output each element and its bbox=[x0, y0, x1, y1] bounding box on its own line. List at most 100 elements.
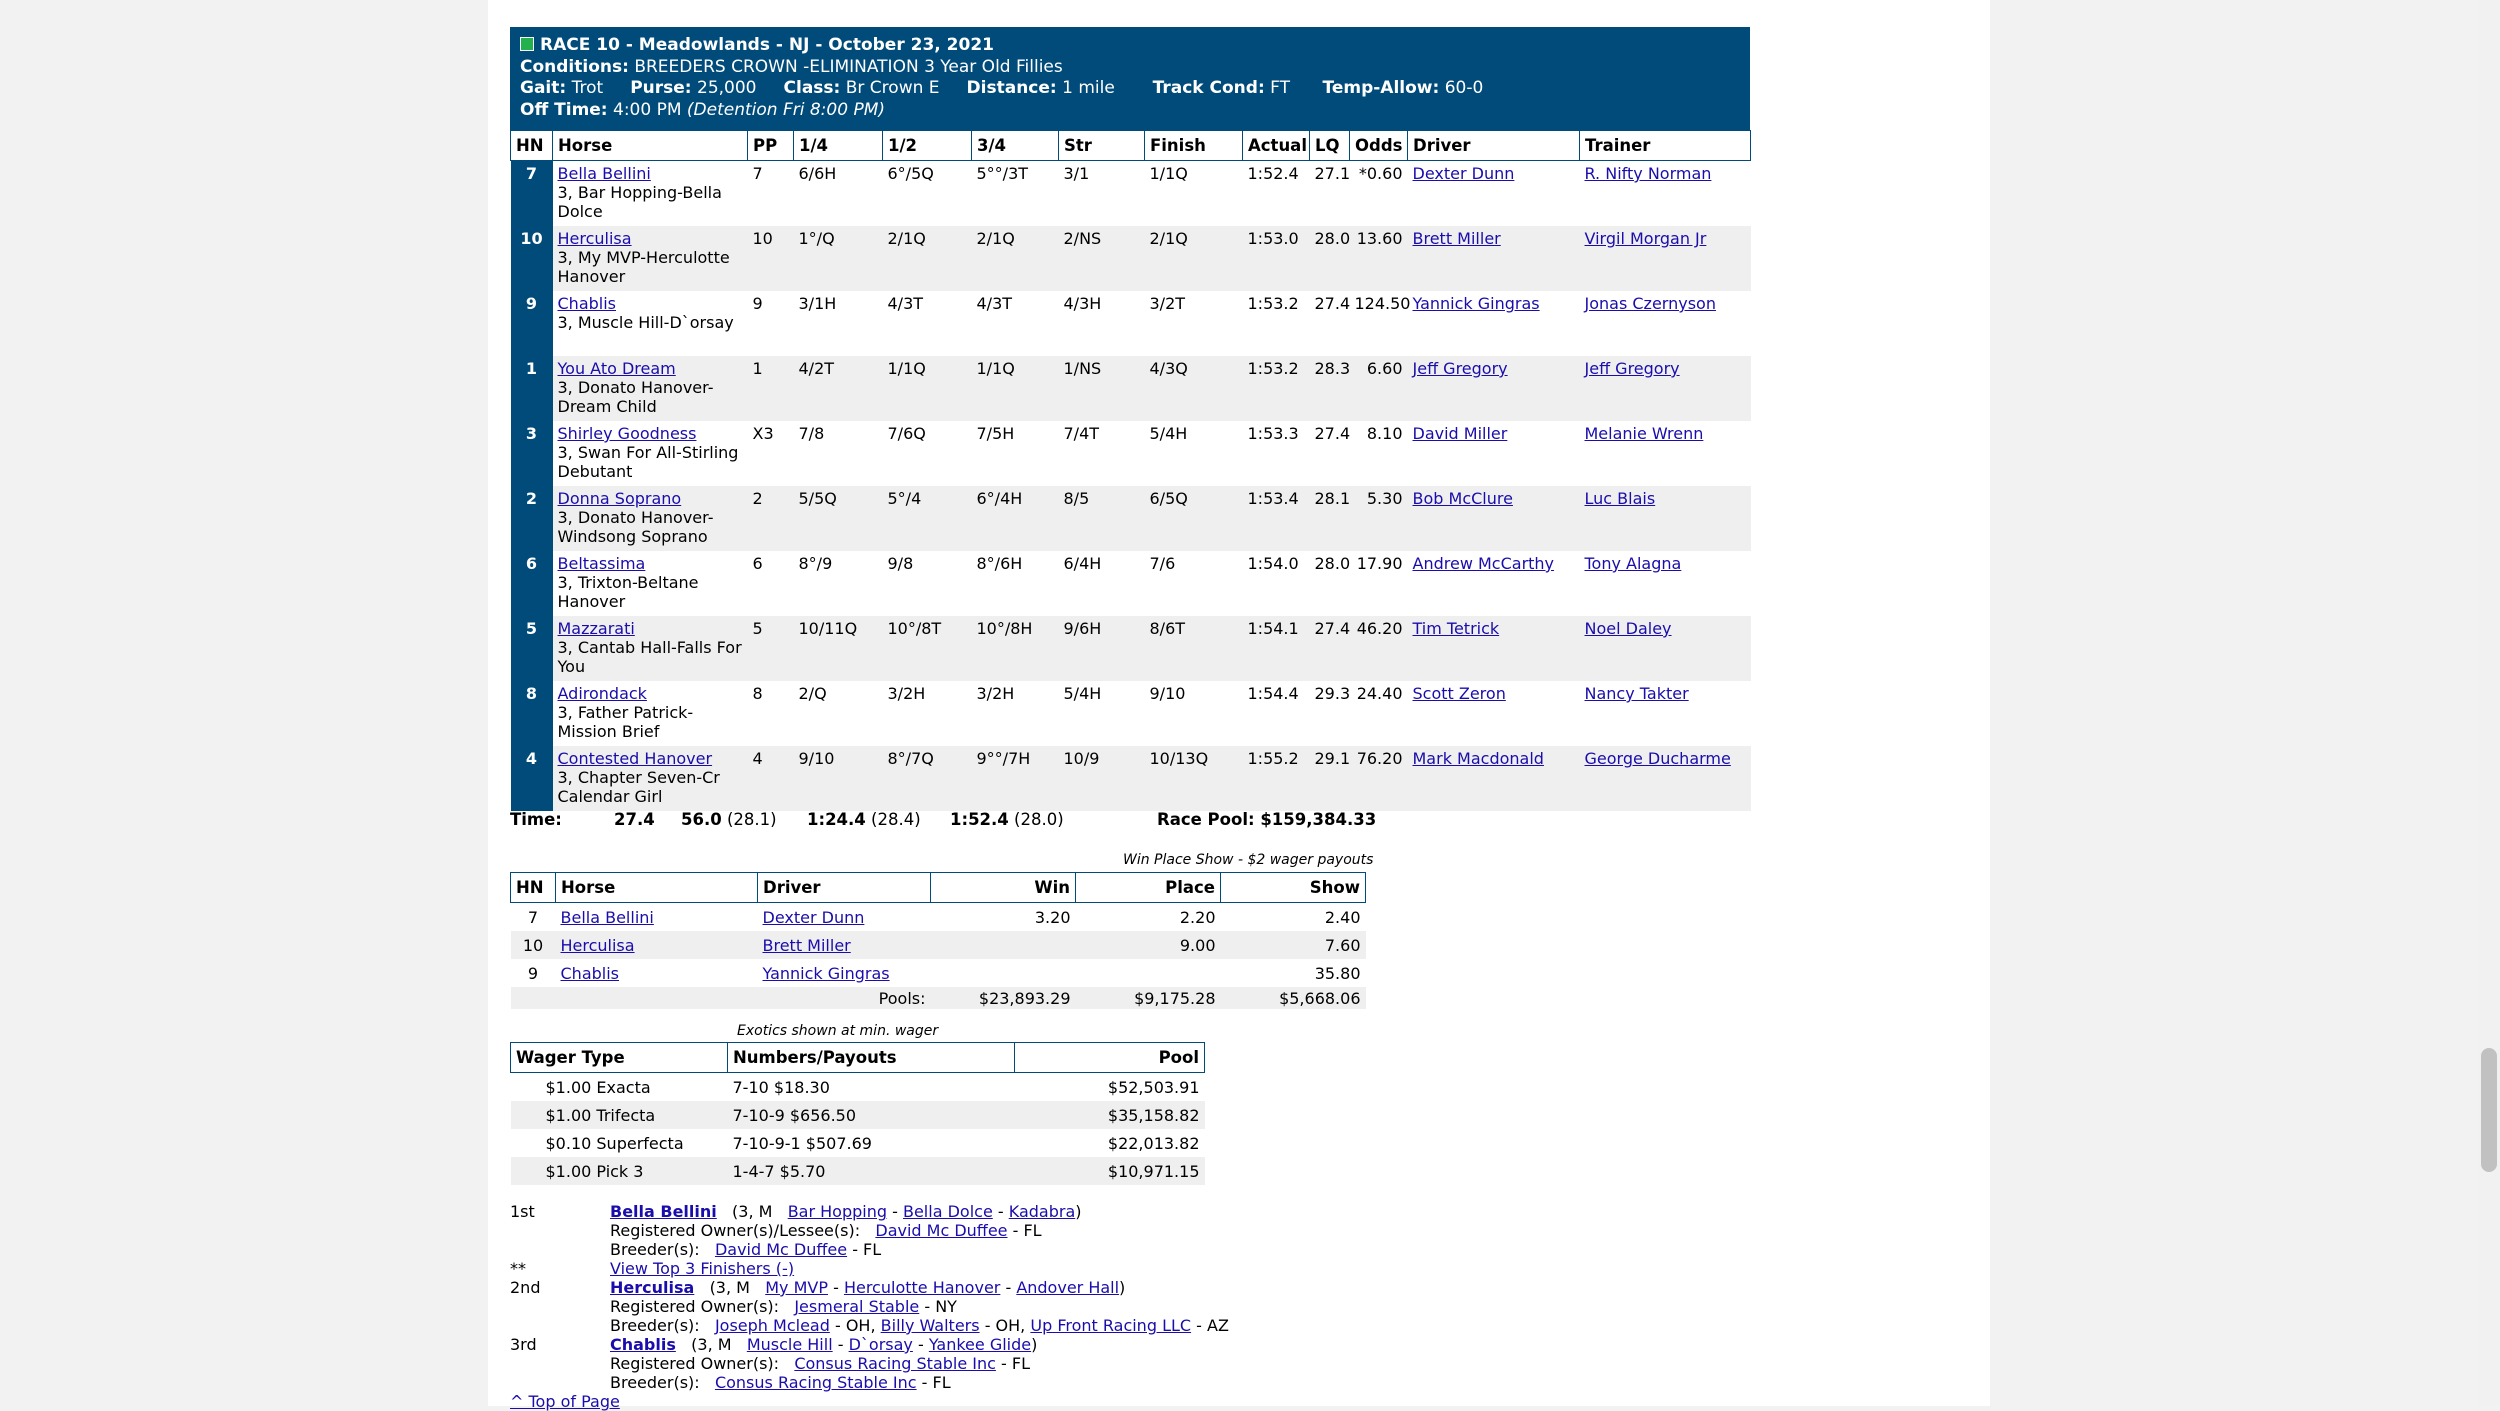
first-info: (3, M bbox=[732, 1202, 773, 1221]
col-finish: Finish bbox=[1144, 130, 1243, 161]
horse-link[interactable]: Adirondack bbox=[558, 684, 647, 703]
driver-link[interactable]: David Miller bbox=[1413, 424, 1508, 443]
driver-link[interactable]: Mark Macdonald bbox=[1413, 749, 1544, 768]
trainer-link[interactable]: Luc Blais bbox=[1585, 489, 1656, 508]
first-owner-link[interactable]: David Mc Duffee bbox=[875, 1221, 1007, 1240]
third-sire-link[interactable]: Muscle Hill bbox=[747, 1335, 833, 1354]
horse-link[interactable]: Herculisa bbox=[558, 229, 632, 248]
driver-link[interactable]: Dexter Dunn bbox=[1413, 164, 1515, 183]
trainer-link[interactable]: George Ducharme bbox=[1585, 749, 1731, 768]
first-damsire-link[interactable]: Kadabra bbox=[1009, 1202, 1076, 1221]
trainer-link[interactable]: Jeff Gregory bbox=[1585, 359, 1680, 378]
second-breeder2-link[interactable]: Billy Walters bbox=[881, 1316, 980, 1335]
stretch-cell: 2/NS bbox=[1058, 226, 1145, 291]
wager-payout: 7-10-9-1 $507.69 bbox=[732, 1133, 872, 1153]
horse-pedigree: 3, Bar Hopping-Bella Dolce bbox=[557, 183, 722, 221]
finish-cell: 1/1Q bbox=[1149, 164, 1188, 183]
driver-link[interactable]: Yannick Gingras bbox=[1413, 294, 1540, 313]
trainer-link[interactable]: Jonas Czernyson bbox=[1585, 294, 1716, 313]
first-horse-link[interactable]: Bella Bellini bbox=[610, 1202, 717, 1221]
first-dam-link[interactable]: Bella Dolce bbox=[903, 1202, 993, 1221]
driver-link[interactable]: Andrew McCarthy bbox=[1413, 554, 1555, 573]
horse-link[interactable]: Chablis bbox=[558, 294, 617, 313]
wps-row: 10 Herculisa Brett Miller 9.00 7.60 bbox=[510, 931, 1366, 959]
first-sire-link[interactable]: Bar Hopping bbox=[788, 1202, 887, 1221]
third-owner-link[interactable]: Consus Racing Stable Inc bbox=[794, 1354, 996, 1373]
wps-hn: 10 bbox=[510, 931, 556, 959]
trainer-link[interactable]: Noel Daley bbox=[1585, 619, 1672, 638]
wps-horse-link[interactable]: Herculisa bbox=[561, 936, 635, 955]
horse-link[interactable]: Mazzarati bbox=[558, 619, 635, 638]
lq-cell: 28.3 bbox=[1309, 356, 1350, 421]
horse-link[interactable]: You Ato Dream bbox=[558, 359, 676, 378]
odds-cell: 5.30 bbox=[1349, 486, 1408, 551]
horse-link[interactable]: Shirley Goodness bbox=[558, 424, 697, 443]
col-odds: Odds bbox=[1349, 130, 1408, 161]
horse-link[interactable]: Contested Hanover bbox=[558, 749, 713, 768]
driver-link[interactable]: Jeff Gregory bbox=[1413, 359, 1508, 378]
driver-cell: Brett Miller bbox=[1407, 226, 1580, 291]
driver-link[interactable]: Tim Tetrick bbox=[1413, 619, 1500, 638]
hn-cell: 1 bbox=[510, 356, 553, 421]
third-breeder-state: - FL bbox=[921, 1373, 951, 1392]
horse-link[interactable]: Beltassima bbox=[558, 554, 646, 573]
scrollbar-thumb[interactable] bbox=[2481, 1048, 2497, 1172]
wps-driver-link[interactable]: Yannick Gingras bbox=[763, 964, 890, 983]
horse-link[interactable]: Bella Bellini bbox=[558, 164, 651, 183]
wps-horse-link[interactable]: Chablis bbox=[561, 964, 620, 983]
top-of-page-link[interactable]: ^ Top of Page bbox=[510, 1392, 620, 1411]
wps-win bbox=[930, 931, 1076, 959]
results-row: 1 You Ato Dream 3, Donato Hanover-Dream Ch… bbox=[510, 356, 1751, 421]
wps-driver: Yannick Gingras bbox=[758, 959, 931, 987]
trainer-link[interactable]: Tony Alagna bbox=[1585, 554, 1682, 573]
second-dam-link[interactable]: Herculotte Hanover bbox=[844, 1278, 1000, 1297]
odds-cell: 13.60 bbox=[1349, 226, 1408, 291]
trainer-link[interactable]: R. Nifty Norman bbox=[1585, 164, 1712, 183]
third-dam-link[interactable]: D`orsay bbox=[849, 1335, 913, 1354]
exotics-col-payouts: Numbers/Payouts bbox=[727, 1042, 1015, 1073]
view-top3-link[interactable]: View Top 3 Finishers (-) bbox=[610, 1259, 794, 1278]
driver-link[interactable]: Scott Zeron bbox=[1413, 684, 1506, 703]
trainer-link[interactable]: Melanie Wrenn bbox=[1585, 424, 1704, 443]
wps-driver-link[interactable]: Brett Miller bbox=[763, 936, 851, 955]
third-place-label: 3rd bbox=[510, 1335, 537, 1354]
pool-show: $5,668.06 bbox=[1220, 987, 1366, 1009]
driver-cell: Mark Macdonald bbox=[1407, 746, 1580, 811]
second-damsire-link[interactable]: Andover Hall bbox=[1016, 1278, 1119, 1297]
third-breeder-link[interactable]: Consus Racing Stable Inc bbox=[715, 1373, 917, 1392]
odds-cell: 76.20 bbox=[1349, 746, 1408, 811]
trainer-link[interactable]: Nancy Takter bbox=[1585, 684, 1689, 703]
wager-payout: 7-10 $18.30 bbox=[732, 1077, 830, 1097]
top3-mark: ** bbox=[510, 1259, 526, 1278]
wps-caption: Win Place Show - $2 wager payouts bbox=[1123, 852, 1374, 868]
col-horse: Horse bbox=[552, 130, 748, 161]
finish-cell: 7/6 bbox=[1149, 554, 1176, 573]
gait-label: Gait: bbox=[520, 78, 567, 98]
second-breeder3-link[interactable]: Up Front Racing LLC bbox=[1030, 1316, 1191, 1335]
driver-link[interactable]: Brett Miller bbox=[1413, 229, 1501, 248]
driver-link[interactable]: Bob McClure bbox=[1413, 489, 1513, 508]
horse-pedigree: 3, Father Patrick-Mission Brief bbox=[557, 703, 694, 741]
third-horse-link[interactable]: Chablis bbox=[610, 1335, 676, 1354]
second-breeder1-link[interactable]: Joseph Mclead bbox=[715, 1316, 830, 1335]
quarter-cell: 9/10 bbox=[793, 746, 883, 811]
scrollbar[interactable] bbox=[2478, 0, 2500, 1406]
half-cell: 5°/4 bbox=[882, 486, 972, 551]
third-damsire-link[interactable]: Yankee Glide bbox=[929, 1335, 1031, 1354]
second-owner-link[interactable]: Jesmeral Stable bbox=[794, 1297, 919, 1316]
third-owner-label: Registered Owner(s): bbox=[610, 1354, 780, 1373]
wps-driver-link[interactable]: Dexter Dunn bbox=[763, 908, 865, 927]
driver-cell: Dexter Dunn bbox=[1408, 161, 1580, 227]
class-label: Class: bbox=[783, 78, 841, 98]
wps-pools-row: Pools: $23,893.29 $9,175.28 $5,668.06 bbox=[510, 987, 1366, 1009]
second-horse-link[interactable]: Herculisa bbox=[610, 1278, 694, 1297]
hn-cell: 6 bbox=[510, 551, 553, 616]
actual-cell: 1:54.1 bbox=[1242, 616, 1310, 681]
trainer-link[interactable]: Virgil Morgan Jr bbox=[1585, 229, 1707, 248]
wps-horse-link[interactable]: Bella Bellini bbox=[561, 908, 654, 927]
horse-link[interactable]: Donna Soprano bbox=[558, 489, 682, 508]
second-sire-link[interactable]: My MVP bbox=[765, 1278, 828, 1297]
pp-cell: 7 bbox=[752, 164, 763, 183]
second-breeder1-state: - OH, bbox=[834, 1316, 876, 1335]
first-breeder-link[interactable]: David Mc Duffee bbox=[715, 1240, 847, 1259]
